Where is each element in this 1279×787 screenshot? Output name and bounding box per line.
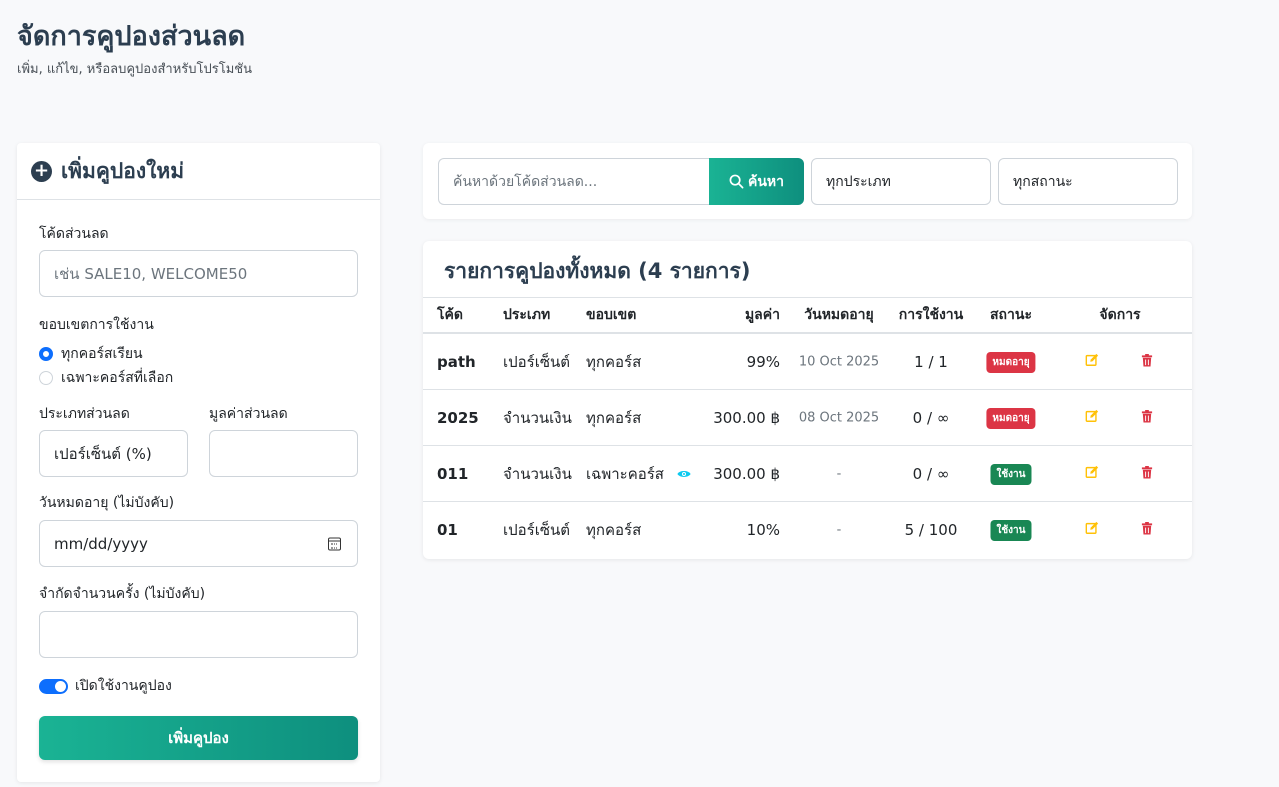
coupon-type: เปอร์เซ็นต์ — [503, 352, 571, 371]
status-badge: หมดอายุ — [986, 351, 1036, 373]
limit-input[interactable] — [39, 611, 358, 658]
edit-icon[interactable] — [1085, 353, 1099, 371]
type-label: ประเภทส่วนลด — [39, 406, 130, 422]
scope-option-selected-label: เฉพาะคอร์สที่เลือก — [61, 370, 174, 386]
coupon-scope: ทุกคอร์ส — [586, 408, 642, 427]
type-filter-select[interactable]: ทุกประเภท — [811, 158, 991, 205]
coupon-table-card: รายการคูปองทั้งหมด (4 รายการ) โค้ด ประเภ… — [423, 241, 1192, 559]
calendar-icon[interactable] — [328, 537, 341, 550]
coupon-expiry: - — [836, 522, 842, 538]
status-filter-select[interactable]: ทุกสถานะ — [998, 158, 1178, 205]
scope-label: ขอบเขตการใช้งาน — [39, 317, 154, 333]
enable-toggle-label: เปิดใช้งานคูปอง — [75, 678, 172, 694]
search-card: ค้นหาด้วยโค้ดส่วนลด... ค้นหา ทุกประเภท ท… — [423, 143, 1192, 219]
table-title: รายการคูปองทั้งหมด (4 รายการ) — [444, 259, 751, 283]
enable-toggle[interactable] — [39, 678, 68, 694]
coupon-value: 300.00 ฿ — [713, 464, 780, 483]
coupon-type: จำนวนเงิน — [503, 408, 572, 427]
table-header: โค้ด ประเภท ขอบเขต มูลค่า วันหมดอายุ การ… — [423, 297, 1192, 334]
coupon-code: path — [437, 352, 476, 371]
table-row: path เปอร์เซ็นต์ ทุกคอร์ส 99% 10 Oct 202… — [423, 334, 1192, 390]
search-icon — [729, 174, 744, 189]
coupon-code: 011 — [437, 464, 469, 483]
page-title: จัดการคูปองส่วนลด — [17, 21, 246, 52]
edit-icon[interactable] — [1085, 465, 1099, 483]
table-row: 2025 จำนวนเงิน ทุกคอร์ส 300.00 ฿ 08 Oct … — [423, 390, 1192, 446]
plus-circle-icon: + — [31, 160, 52, 182]
status-badge: ใช้งาน — [990, 519, 1032, 541]
col-expiry: วันหมดอายุ — [804, 307, 874, 323]
col-code: โค้ด — [437, 307, 463, 323]
edit-icon[interactable] — [1085, 409, 1099, 427]
coupon-usage: 5 / 100 — [904, 521, 958, 539]
search-button-label: ค้นหา — [747, 173, 785, 190]
status-badge-label: หมดอายุ — [986, 351, 1036, 373]
coupon-expiry: 10 Oct 2025 — [798, 354, 880, 369]
radio-all-courses[interactable] — [39, 347, 53, 361]
col-value: มูลค่า — [744, 307, 780, 323]
expiry-label: วันหมดอายุ (ไม่บังคับ) — [39, 495, 175, 511]
coupon-type: จำนวนเงิน — [503, 464, 572, 483]
page-subtitle: เพิ่ม, แก้ไข, หรือลบคูปองสำหรับโปรโมชัน — [17, 62, 252, 77]
coupon-code: 01 — [437, 521, 458, 539]
value-input[interactable] — [209, 430, 358, 477]
code-input[interactable]: เช่น SALE10, WELCOME50 — [39, 250, 358, 297]
limit-label: จำกัดจำนวนครั้ง (ไม่บังคับ) — [39, 586, 206, 602]
scope-option-all[interactable]: ทุกคอร์สเรียน — [39, 343, 143, 365]
coupon-usage: 0 / ∞ — [912, 464, 950, 483]
coupon-expiry: - — [836, 466, 842, 481]
trash-icon[interactable] — [1141, 409, 1153, 427]
status-badge-label: หมดอายุ — [986, 407, 1036, 429]
search-input[interactable]: ค้นหาด้วยโค้ดส่วนลด... — [438, 158, 710, 205]
type-select[interactable]: เปอร์เซ็นต์ (%) — [39, 430, 188, 477]
coupon-value: 300.00 ฿ — [713, 408, 780, 427]
coupon-usage: 1 / 1 — [914, 352, 948, 371]
status-badge: หมดอายุ — [986, 407, 1036, 429]
add-coupon-header: + เพิ่มคูปองใหม่ — [17, 143, 380, 200]
coupon-value: 99% — [746, 352, 780, 371]
search-button[interactable]: ค้นหา — [709, 158, 804, 205]
coupon-scope: ทุกคอร์ส — [586, 521, 642, 539]
coupon-expiry: 08 Oct 2025 — [798, 410, 880, 425]
coupon-code: 2025 — [437, 408, 479, 427]
code-label: โค้ดส่วนลด — [39, 226, 109, 242]
table-row: 01 เปอร์เซ็นต์ ทุกคอร์ส 10% - 5 / 100 ใช… — [423, 502, 1192, 558]
coupon-scope: ทุกคอร์ส — [586, 352, 642, 371]
expiry-date-input[interactable]: mm/dd/yyyy — [39, 520, 358, 567]
coupon-value: 10% — [746, 521, 780, 539]
add-coupon-button[interactable]: เพิ่มคูปอง — [39, 716, 358, 760]
status-badge-label: ใช้งาน — [990, 463, 1032, 485]
col-scope: ขอบเขต — [586, 307, 637, 323]
table-row: 011 จำนวนเงิน เฉพาะคอร์ส 300.00 ฿ - 0 / … — [423, 446, 1192, 502]
add-coupon-title: เพิ่มคูปองใหม่ — [61, 158, 185, 183]
add-coupon-card: + เพิ่มคูปองใหม่ โค้ดส่วนลด เช่น SALE10,… — [17, 143, 380, 782]
eye-icon[interactable] — [677, 465, 691, 483]
value-label: มูลค่าส่วนลด — [209, 406, 288, 422]
col-type: ประเภท — [503, 307, 551, 323]
col-manage: จัดการ — [1099, 307, 1141, 323]
coupon-type: เปอร์เซ็นต์ — [503, 521, 571, 539]
trash-icon[interactable] — [1141, 521, 1153, 539]
edit-icon[interactable] — [1085, 521, 1099, 539]
col-usage: การใช้งาน — [898, 307, 964, 323]
scope-option-selected[interactable]: เฉพาะคอร์สที่เลือก — [39, 367, 173, 389]
radio-selected-courses[interactable] — [39, 371, 53, 385]
status-badge-label: ใช้งาน — [990, 520, 1032, 541]
expiry-placeholder: mm/dd/yyyy — [54, 534, 148, 553]
col-status: สถานะ — [990, 307, 1032, 323]
coupon-scope: เฉพาะคอร์ส — [586, 464, 664, 483]
status-badge: ใช้งาน — [990, 463, 1032, 485]
trash-icon[interactable] — [1141, 465, 1153, 483]
coupon-scope-cell: เฉพาะคอร์ส — [586, 462, 691, 486]
enable-toggle-row[interactable]: เปิดใช้งานคูปอง — [39, 675, 172, 697]
trash-icon[interactable] — [1141, 353, 1153, 371]
scope-option-all-label: ทุกคอร์สเรียน — [61, 346, 143, 362]
coupon-usage: 0 / ∞ — [912, 408, 950, 427]
